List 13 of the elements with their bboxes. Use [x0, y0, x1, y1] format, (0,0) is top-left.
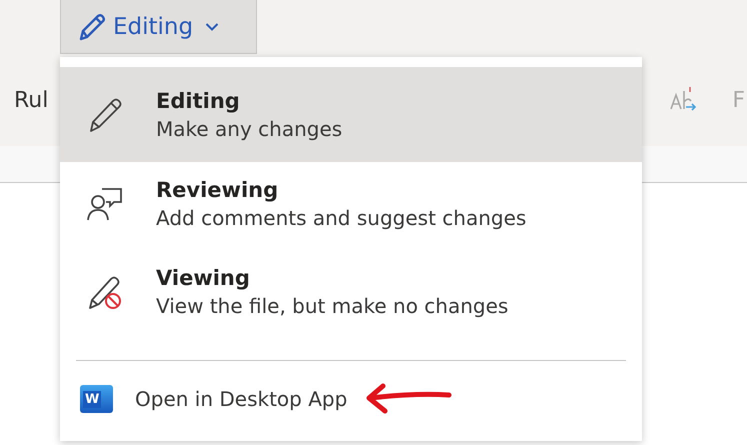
mode-title: Reviewing: [156, 178, 280, 202]
mode-menu-item[interactable]: Editing Make any changes: [60, 67, 642, 162]
mode-description: Add comments and suggest changes: [156, 206, 526, 230]
open-desktop-app-item[interactable]: W Open in Desktop App: [60, 361, 642, 437]
editing-mode-button[interactable]: Editing: [60, 0, 257, 54]
ribbon-label[interactable]: Rul: [14, 88, 48, 112]
mode-title: Viewing: [156, 266, 251, 290]
mode-title: Editing: [156, 88, 241, 112]
chevron-down-icon: [205, 22, 220, 32]
pencil-icon: [77, 12, 107, 42]
word-app-icon: W: [80, 385, 113, 413]
mode-description: View the file, but make no changes: [156, 294, 508, 318]
mode-description: Make any changes: [156, 116, 342, 140]
